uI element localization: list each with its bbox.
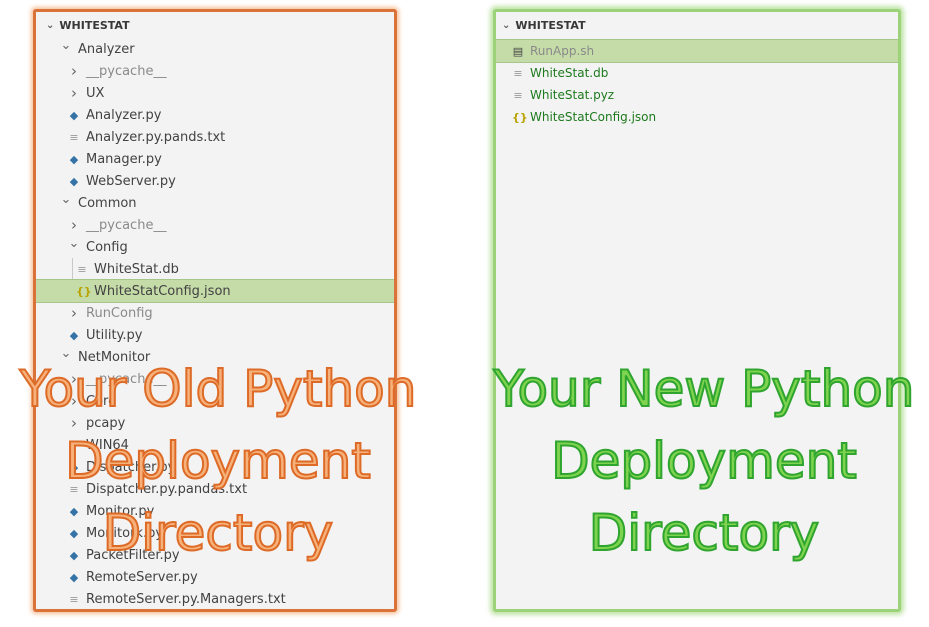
chevron-down-icon: [60, 42, 72, 57]
tree-file[interactable]: ◆ WebServer.py: [36, 170, 394, 192]
tree-file[interactable]: ◆ RemoteServer.py: [36, 566, 394, 588]
tree-item-label: __pycache__: [86, 63, 167, 79]
old-caption-line-2: Deployment: [64, 431, 372, 491]
tree-item-label: Analyzer.py.pands.txt: [86, 129, 226, 145]
python-file-icon: ◆: [69, 174, 79, 188]
tree-file[interactable]: ≡ WhiteStat.db: [36, 258, 394, 280]
explorer-header-label: WHITESTAT: [59, 18, 130, 32]
tree-item-label: WhiteStat.db: [94, 261, 179, 277]
tree-folder[interactable]: Common: [36, 192, 394, 214]
python-file-icon: ◆: [69, 570, 79, 584]
tree-folder[interactable]: UX: [36, 82, 394, 104]
tree-item-label: WhiteStatConfig.json: [94, 283, 231, 299]
tree-file[interactable]: {} WhiteStatConfig.json: [36, 279, 394, 303]
tree-item-label: Common: [78, 195, 137, 211]
tree-folder[interactable]: __pycache__: [36, 214, 394, 236]
new-caption-line-1: Your New Python: [493, 359, 916, 419]
tree-file[interactable]: ≡ RemoteServer.py.Managers.txt: [36, 588, 394, 609]
chevron-right-icon: [68, 216, 80, 234]
tree-item-label: RemoteServer.py.Managers.txt: [86, 591, 286, 607]
text-file-icon: ≡: [69, 130, 79, 144]
tree-item-label: RunApp.sh: [530, 44, 595, 58]
tree-item-label: __pycache__: [86, 217, 167, 233]
json-file-icon: {}: [512, 110, 528, 124]
tree-item-label: RunConfig: [86, 305, 153, 321]
chevron-right-icon: [68, 62, 80, 80]
explorer-header[interactable]: ⌄ WHITESTAT: [36, 12, 394, 38]
shell-file-icon: ▤: [512, 44, 524, 58]
chevron-down-icon: [60, 196, 72, 211]
text-file-icon: ≡: [513, 66, 523, 80]
tree-item-label: Analyzer.py: [86, 107, 162, 123]
tree-item-label: WhiteStat.db: [530, 66, 609, 80]
tree-folder[interactable]: __pycache__: [36, 60, 394, 82]
chevron-right-icon: [68, 304, 80, 322]
tree-item-label: Analyzer: [78, 41, 135, 57]
new-caption-line-2: Deployment: [550, 431, 858, 491]
python-file-icon: ◆: [69, 108, 79, 122]
python-file-icon: ◆: [69, 152, 79, 166]
tree-folder[interactable]: RunConfig: [36, 302, 394, 324]
tree-item-label: Config: [86, 239, 128, 255]
tree-item-label: RemoteServer.py: [86, 569, 198, 585]
explorer-header-label: WHITESTAT: [515, 18, 586, 32]
python-file-icon: ◆: [69, 328, 79, 342]
tree-folder[interactable]: Config: [36, 236, 394, 258]
tree-item-label: WhiteStatConfig.json: [530, 110, 657, 124]
json-file-icon: {}: [76, 284, 92, 298]
tree-file[interactable]: ◆ Analyzer.py: [36, 104, 394, 126]
tree-file[interactable]: ▤ RunApp.sh: [496, 39, 898, 63]
tree-folder[interactable]: Analyzer: [36, 38, 394, 60]
explorer-header[interactable]: ⌄ WHITESTAT: [496, 12, 898, 38]
tree-file[interactable]: ≡ WhiteStat.db: [496, 62, 898, 84]
tree-file[interactable]: ◆ Utility.py: [36, 324, 394, 346]
tree-file[interactable]: ≡ WhiteStat.pyz: [496, 84, 898, 106]
tree-item-label: UX: [86, 85, 105, 101]
chevron-right-icon: [68, 84, 80, 102]
tree-file[interactable]: ≡ Analyzer.py.pands.txt: [36, 126, 394, 148]
text-file-icon: ≡: [69, 592, 79, 606]
chevron-down-icon: ⌄: [46, 19, 55, 31]
old-caption-line-3: Directory: [102, 503, 334, 563]
text-file-icon: ≡: [513, 88, 523, 102]
new-caption: Your New Python Deployment Directory: [486, 353, 922, 569]
new-caption-line-3: Directory: [588, 503, 820, 563]
tree-item-label: WebServer.py: [86, 173, 176, 189]
old-caption-line-1: Your Old Python: [19, 359, 418, 419]
tree-item-label: Manager.py: [86, 151, 162, 167]
text-file-icon: ≡: [77, 262, 87, 276]
chevron-down-icon: ⌄: [502, 19, 511, 31]
tree-file[interactable]: {} WhiteStatConfig.json: [496, 106, 898, 128]
tree-item-label: WhiteStat.pyz: [530, 88, 615, 102]
old-caption: Your Old Python Deployment Directory: [0, 353, 436, 569]
tree-file[interactable]: ◆ Manager.py: [36, 148, 394, 170]
tree-item-label: Utility.py: [86, 327, 143, 343]
chevron-down-icon: [68, 240, 80, 255]
